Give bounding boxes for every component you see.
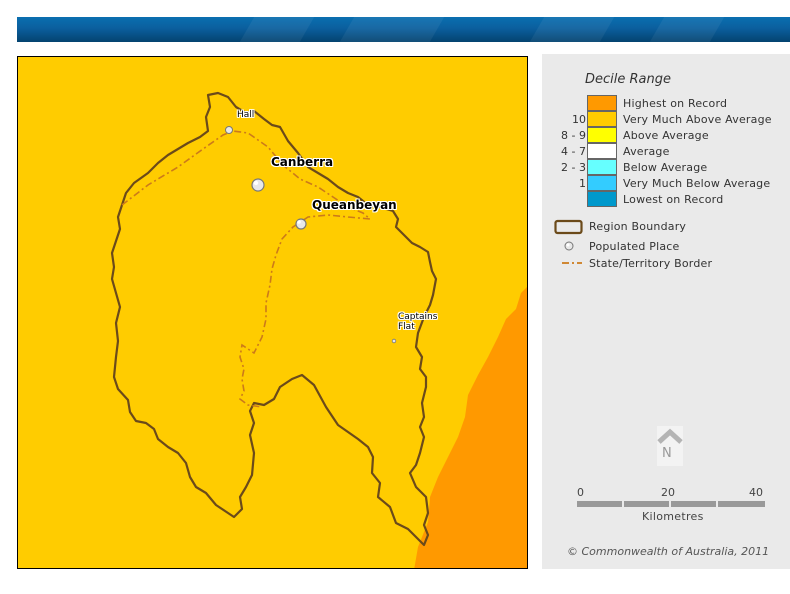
populated-place-canberra[interactable] <box>251 178 265 192</box>
decile-label: Average <box>623 145 670 158</box>
scale-tick-0: 0 <box>577 486 584 499</box>
legend-panel: Decile Range Highest on Record 10 Very M… <box>542 54 790 569</box>
decile-label: Very Much Below Average <box>623 177 771 190</box>
header-banner <box>17 17 790 42</box>
populated-place-icon <box>564 241 574 251</box>
legend-row-very-much-above: 10 Very Much Above Average <box>542 111 790 127</box>
legend-label-populated-place: Populated Place <box>589 240 680 253</box>
map-panel[interactable]: Hall Canberra Queanbeyan Captains Flat <box>17 56 528 569</box>
decile-num: 8 - 9 <box>561 129 586 142</box>
legend-row-lowest: Lowest on Record <box>542 191 790 207</box>
legend-row-highest: Highest on Record <box>542 95 790 111</box>
decile-num: 2 - 3 <box>561 161 586 174</box>
place-label-captains-flat: Captains Flat <box>398 312 437 332</box>
legend-row-region-boundary: Region Boundary <box>542 219 790 235</box>
place-label-captains-flat-line2: Flat <box>398 322 415 332</box>
region-boundary-icon <box>554 219 583 235</box>
decile-label: Below Average <box>623 161 708 174</box>
decile-label: Very Much Above Average <box>623 113 772 126</box>
decile-swatch <box>587 143 617 159</box>
legend-row-average: 4 - 7 Average <box>542 143 790 159</box>
north-label: N <box>662 446 672 461</box>
scale-segment <box>718 501 765 507</box>
populated-place-queanbeyan[interactable] <box>295 218 307 230</box>
decile-label: Lowest on Record <box>623 193 724 206</box>
populated-place-captains-flat[interactable] <box>391 338 397 344</box>
decile-swatch <box>587 159 617 175</box>
decile-num: 1 <box>579 177 586 190</box>
legend-label-region-boundary: Region Boundary <box>589 220 687 233</box>
scale-bar: 0 20 40 Kilometres <box>577 486 767 526</box>
decile-swatch <box>587 111 617 127</box>
scale-unit: Kilometres <box>642 510 704 523</box>
decile-num: 10 <box>572 113 586 126</box>
map-canvas <box>18 57 527 568</box>
place-label-hall: Hall <box>237 110 255 120</box>
place-label-queanbeyan: Queanbeyan <box>312 198 397 212</box>
populated-place-hall[interactable] <box>225 126 233 134</box>
decile-label: Highest on Record <box>623 97 728 110</box>
place-label-canberra: Canberra <box>271 155 334 169</box>
scale-segment <box>624 501 669 507</box>
scale-tick-40: 40 <box>749 486 763 499</box>
decile-swatch <box>587 127 617 143</box>
decile-num: 4 - 7 <box>561 145 586 158</box>
place-label-captains-flat-line1: Captains <box>398 312 438 322</box>
legend-row-very-much-below: 1 Very Much Below Average <box>542 175 790 191</box>
legend-row-above: 8 - 9 Above Average <box>542 127 790 143</box>
decile-swatch <box>587 191 617 207</box>
legend-row-populated-place: Populated Place <box>542 239 790 255</box>
legend-label-border: State/Territory Border <box>589 257 713 270</box>
decile-swatch <box>587 95 617 111</box>
scale-segment <box>577 501 622 507</box>
legend-row-border: State/Territory Border <box>542 256 790 272</box>
copyright-text: © Commonwealth of Australia, 2011 <box>567 545 770 558</box>
legend-title: Decile Range <box>585 72 671 87</box>
border-line-icon <box>562 262 582 264</box>
legend-row-below: 2 - 3 Below Average <box>542 159 790 175</box>
scale-segment <box>671 501 716 507</box>
decile-swatch <box>587 175 617 191</box>
scale-tick-20: 20 <box>661 486 675 499</box>
decile-label: Above Average <box>623 129 709 142</box>
